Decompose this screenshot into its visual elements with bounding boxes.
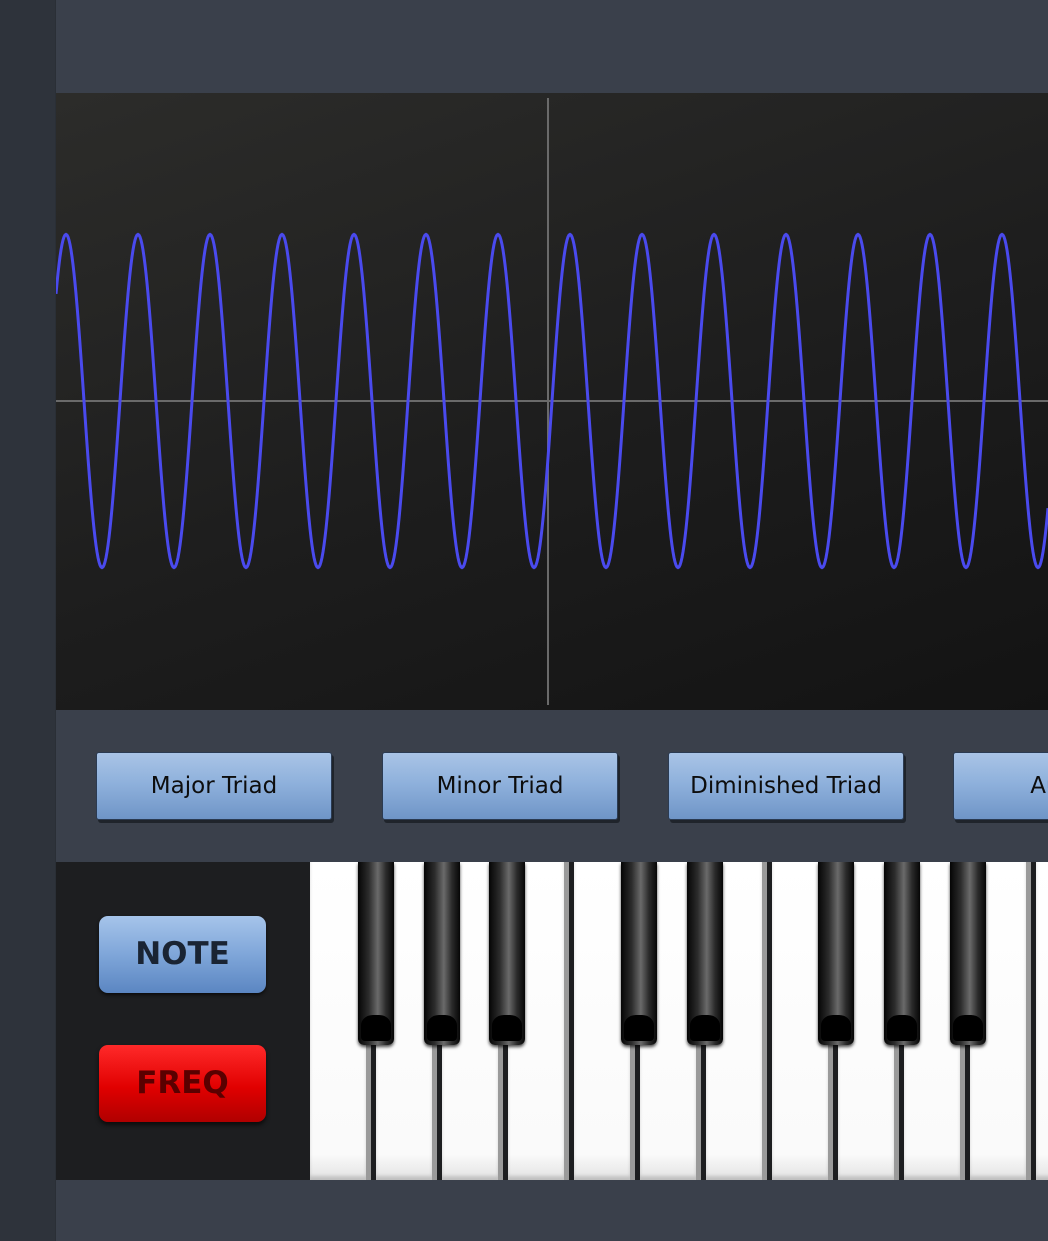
major-triad-button[interactable]: Major Triad (96, 752, 332, 820)
chord-toolbar: Major Triad Minor Triad Diminished Triad… (56, 710, 1048, 862)
left-rail (0, 0, 56, 1241)
black-key[interactable] (884, 862, 920, 1045)
black-key[interactable] (950, 862, 986, 1045)
oscilloscope-display (56, 93, 1048, 710)
black-key[interactable] (687, 862, 723, 1045)
piano-keyboard (310, 862, 1048, 1180)
minor-triad-button[interactable]: Minor Triad (382, 752, 618, 820)
synth-app: Major Triad Minor Triad Diminished Triad… (0, 0, 1048, 1241)
waveform-plot (56, 98, 1048, 705)
black-key[interactable] (424, 862, 460, 1045)
keyboard-panel: NOTE FREQ (56, 862, 1048, 1180)
diminished-triad-button[interactable]: Diminished Triad (668, 752, 904, 820)
black-key[interactable] (489, 862, 525, 1045)
black-key[interactable] (358, 862, 394, 1045)
freq-mode-button[interactable]: FREQ (99, 1045, 266, 1122)
black-key[interactable] (621, 862, 657, 1045)
bottom-bar (56, 1180, 1048, 1241)
black-key[interactable] (818, 862, 854, 1045)
note-mode-button[interactable]: NOTE (99, 916, 266, 993)
augmented-triad-button[interactable]: Augme (953, 752, 1048, 820)
top-bar (56, 0, 1048, 93)
white-key[interactable] (1036, 862, 1048, 1180)
